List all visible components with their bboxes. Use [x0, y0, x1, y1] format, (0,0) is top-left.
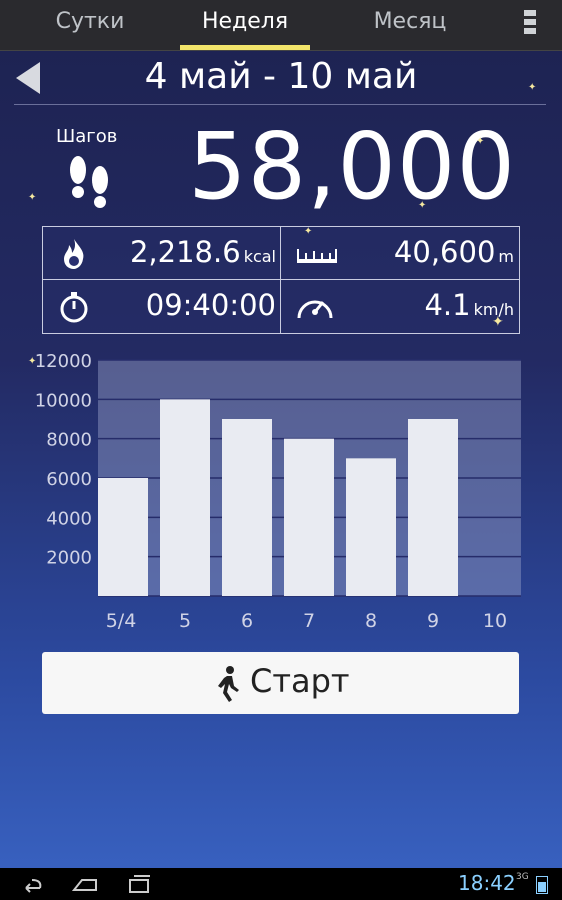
star-icon: ✦ [28, 356, 37, 367]
chart-bar [346, 458, 396, 596]
chart-bar [222, 419, 272, 596]
start-button[interactable]: Старт [42, 652, 519, 714]
grid-divider [280, 227, 281, 333]
network-indicator: 3G [516, 872, 529, 882]
tab-week-label: Неделя [201, 9, 289, 34]
tab-month-label: Месяц [373, 9, 447, 34]
distance-unit: m [498, 247, 514, 266]
start-button-label: Старт [250, 662, 350, 700]
star-icon: ✦ [304, 226, 313, 237]
speed-cell: 4.1 km/h [281, 280, 518, 332]
distance-value: 40,600 [393, 235, 496, 269]
x-tick-label: 8 [365, 610, 377, 632]
calories-unit: kcal [243, 247, 276, 266]
duration-cell: 09:40:00 [43, 280, 280, 332]
grid-divider [43, 279, 519, 280]
x-tick-label: 6 [241, 610, 253, 632]
footprints-icon [70, 156, 108, 208]
x-tick-label: 9 [427, 610, 439, 632]
speed-value: 4.1 [424, 288, 471, 322]
overflow-menu-icon[interactable] [524, 10, 536, 38]
speedometer-icon [297, 300, 333, 319]
tab-day[interactable]: Сутки [0, 0, 180, 50]
chart-bar [98, 478, 148, 596]
tab-day-label: Сутки [55, 9, 125, 34]
steps-total: 58,000 [188, 113, 516, 220]
divider [14, 104, 546, 105]
system-nav-bar: 18:42 3G [0, 868, 562, 900]
y-tick-label: 12000 [35, 351, 92, 372]
x-tick-label: 7 [303, 610, 315, 632]
home-icon[interactable] [72, 874, 98, 894]
chart-bar [408, 419, 458, 596]
tab-month[interactable]: Месяц [310, 0, 510, 50]
steps-label: Шагов [56, 126, 118, 147]
star-icon: ✦ [492, 314, 504, 330]
y-tick-label: 10000 [35, 390, 92, 411]
star-icon: ✦ [476, 136, 485, 147]
chart-bar [284, 438, 334, 596]
x-tick-label: 10 [483, 610, 507, 632]
y-tick-label: 8000 [46, 430, 92, 451]
star-icon: ✦ [528, 82, 537, 93]
star-icon: ✦ [418, 200, 427, 211]
y-tick-label: 4000 [46, 508, 92, 529]
tab-bar: Сутки Неделя Месяц [0, 0, 562, 51]
duration-value: 09:40:00 [145, 288, 276, 322]
flame-icon [64, 239, 84, 269]
status-clock: 18:42 [458, 871, 516, 895]
date-range-title: 4 май - 10 май [144, 56, 418, 97]
y-tick-label: 6000 [46, 469, 92, 490]
chart-bar [160, 399, 210, 596]
stats-grid: 2,218.6 kcal 40,600 m 09:40:00 4.1 km/h [42, 226, 520, 334]
walking-person-icon [218, 666, 239, 702]
date-range-row: 4 май - 10 май [0, 50, 562, 106]
x-tick-label: 5 [179, 610, 191, 632]
calories-value: 2,218.6 [129, 235, 241, 269]
y-tick-label: 2000 [46, 548, 92, 569]
recent-apps-icon[interactable] [126, 874, 152, 894]
stopwatch-icon [60, 292, 88, 323]
back-icon[interactable] [18, 874, 44, 894]
battery-icon [536, 876, 548, 894]
distance-cell: 40,600 m [281, 227, 518, 279]
star-icon: ✦ [28, 192, 37, 203]
weekly-steps-chart: 2000 4000 6000 8000 10000 12000 5/4 5 6 7 8 9 10 [35, 351, 521, 632]
x-tick-label: 5/4 [106, 610, 137, 632]
calories-cell: 2,218.6 kcal [43, 227, 280, 279]
ruler-icon [297, 249, 337, 263]
tab-week[interactable]: Неделя [180, 0, 310, 50]
